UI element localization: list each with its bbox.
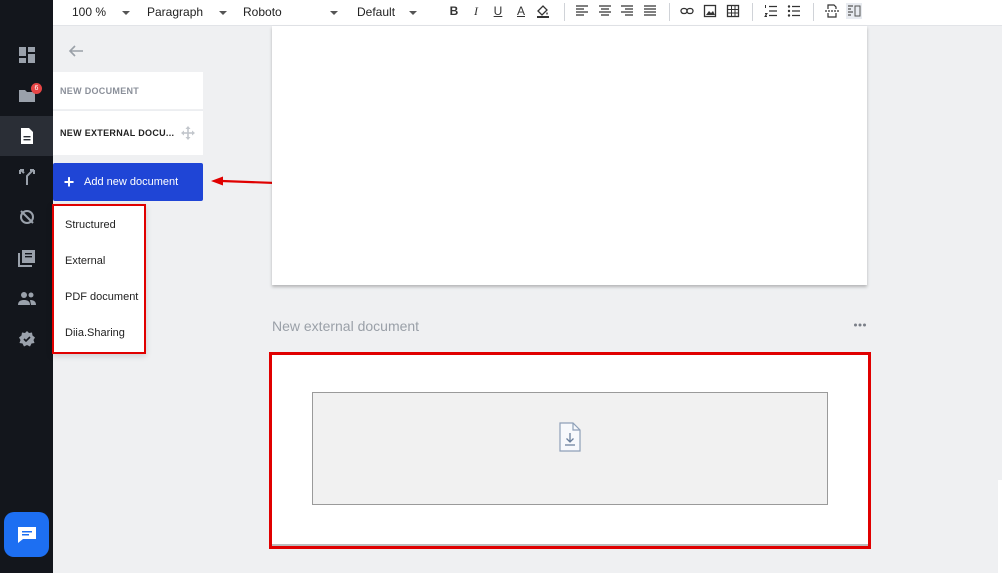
dashboard-icon <box>18 47 35 63</box>
library-icon <box>17 250 35 267</box>
chevron-down-icon <box>122 10 131 15</box>
align-center-button[interactable] <box>597 3 613 19</box>
document-page[interactable] <box>272 26 867 285</box>
block-style-value: Paragraph <box>147 5 204 19</box>
chat-icon <box>17 526 36 543</box>
users-icon <box>17 292 36 305</box>
align-left-icon <box>576 5 588 16</box>
page-break-button[interactable] <box>824 3 840 19</box>
menu-item-diia-sharing[interactable]: Diia.Sharing <box>65 327 125 339</box>
insert-image-button[interactable] <box>702 3 718 19</box>
branch-icon <box>18 169 35 185</box>
chat-button[interactable] <box>4 512 49 557</box>
document-icon <box>20 128 33 144</box>
bullet-list-icon <box>787 5 800 17</box>
image-icon <box>703 4 717 18</box>
add-new-document-button[interactable]: + Add new document <box>53 163 203 201</box>
toolbar-divider <box>564 3 565 21</box>
menu-item-external[interactable]: External <box>65 255 105 267</box>
add-new-document-label: Add new document <box>84 176 179 188</box>
align-justify-button[interactable] <box>642 3 658 19</box>
insert-table-button[interactable] <box>725 3 741 19</box>
rail-item-users[interactable] <box>0 278 53 318</box>
highlight-button[interactable] <box>535 3 551 19</box>
block-bottom-border <box>272 544 868 546</box>
add-document-menu: Structured External PDF document Diia.Sh… <box>52 204 146 354</box>
align-justify-icon <box>644 5 656 16</box>
chevron-down-icon <box>219 10 228 15</box>
rail-item-library[interactable] <box>0 238 53 278</box>
editor-toolbar: 100 % Paragraph Roboto Default B I U A <box>53 0 1002 26</box>
bullet-list-button[interactable] <box>786 3 802 19</box>
toolbar-divider <box>669 3 670 21</box>
more-options-icon[interactable] <box>853 320 867 330</box>
navigation-rail: 6 <box>0 0 53 573</box>
document-title: NEW DOCUMENT <box>60 85 140 96</box>
text-color-button[interactable]: A <box>513 3 529 19</box>
sync-icon <box>19 210 34 224</box>
page-break-icon <box>825 4 839 18</box>
drag-handle-icon[interactable] <box>181 126 195 140</box>
chevron-down-icon <box>329 10 338 15</box>
show-blocks-icon <box>848 5 861 17</box>
rail-item-settings[interactable] <box>0 319 53 359</box>
menu-item-pdf-document[interactable]: PDF document <box>65 291 138 303</box>
font-value: Roboto <box>243 5 282 19</box>
font-dropdown[interactable]: Roboto <box>243 4 338 20</box>
numbered-list-button[interactable] <box>763 3 779 19</box>
toolbar-divider <box>813 3 814 21</box>
folder-count-badge: 6 <box>31 83 42 94</box>
rail-item-dashboard[interactable] <box>0 35 53 75</box>
insert-link-button[interactable] <box>679 3 695 19</box>
rail-item-folders[interactable]: 6 <box>0 76 53 116</box>
file-download-icon <box>559 422 581 452</box>
paint-bucket-icon <box>537 5 549 18</box>
align-left-button[interactable] <box>574 3 590 19</box>
link-icon <box>680 7 694 15</box>
align-center-icon <box>599 5 611 16</box>
back-arrow-icon[interactable] <box>67 42 85 60</box>
font-size-value: Default <box>357 5 396 19</box>
italic-button[interactable]: I <box>468 3 484 19</box>
zoom-dropdown[interactable]: 100 % <box>72 4 131 20</box>
section-title: New external document <box>272 318 420 334</box>
block-style-dropdown[interactable]: Paragraph <box>147 4 228 20</box>
document-list-item[interactable]: NEW DOCUMENT <box>53 72 203 109</box>
rail-item-sync[interactable] <box>0 197 53 237</box>
table-icon <box>726 4 740 18</box>
menu-item-structured[interactable]: Structured <box>65 219 116 231</box>
plus-icon: + <box>63 172 75 192</box>
align-right-icon <box>621 5 633 16</box>
window-edge <box>998 480 1002 573</box>
numbered-list-icon <box>764 5 777 17</box>
chevron-down-icon <box>409 10 418 15</box>
rail-item-documents[interactable] <box>0 116 53 156</box>
show-blocks-button[interactable] <box>846 3 862 19</box>
align-right-button[interactable] <box>619 3 635 19</box>
document-list-item-active[interactable]: NEW EXTERNAL DOCU... <box>53 110 203 155</box>
document-title: NEW EXTERNAL DOCU... <box>60 128 175 138</box>
font-size-dropdown[interactable]: Default <box>357 4 418 20</box>
bold-button[interactable]: B <box>446 3 462 19</box>
rail-item-workflow[interactable] <box>0 157 53 197</box>
underline-button[interactable]: U <box>490 3 506 19</box>
zoom-value: 100 % <box>72 5 107 19</box>
settings-badge-icon <box>18 331 35 347</box>
toolbar-divider <box>752 3 753 21</box>
